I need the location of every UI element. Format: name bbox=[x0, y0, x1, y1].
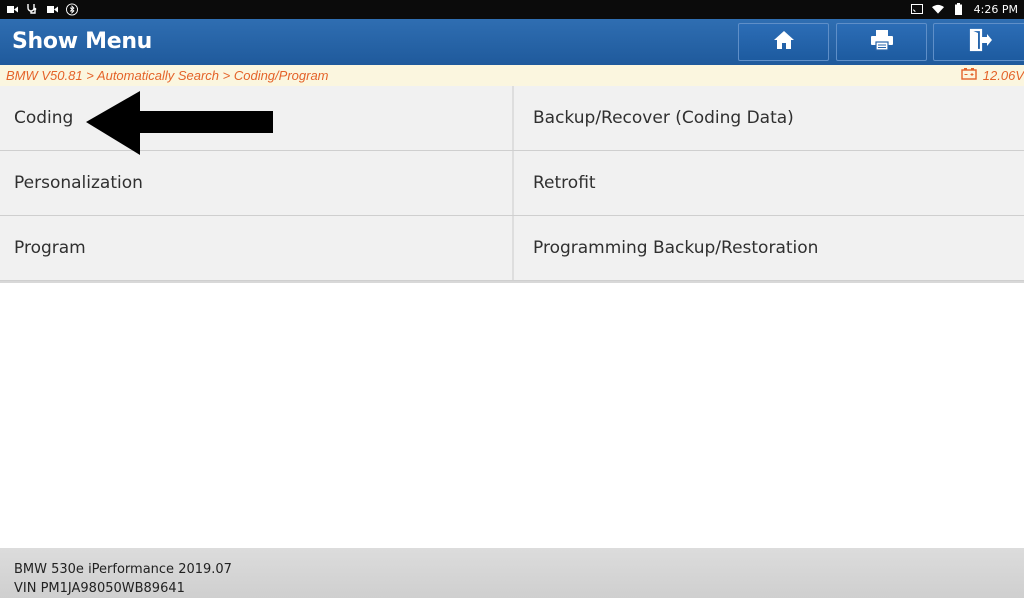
exit-icon bbox=[969, 28, 993, 57]
menu-item-program[interactable]: Program bbox=[0, 216, 512, 280]
voltage-value: 12.06V bbox=[982, 67, 1024, 83]
clock: 4:26 PM bbox=[973, 2, 1018, 16]
vehicle-info-bar: BMW 530e iPerformance 2019.07 VIN PM1JA9… bbox=[0, 548, 1024, 598]
vehicle-model: BMW 530e iPerformance 2019.07 bbox=[14, 562, 232, 577]
cast-icon bbox=[910, 2, 923, 16]
stethoscope-icon bbox=[26, 2, 38, 16]
menu-item-backup-recover[interactable]: Backup/Recover (Coding Data) bbox=[512, 86, 1024, 150]
battery-icon bbox=[953, 2, 965, 16]
annotation-arrow-icon bbox=[86, 91, 276, 162]
wifi-icon bbox=[931, 2, 944, 16]
status-bar: 4:26 PM bbox=[0, 0, 1024, 19]
home-button[interactable] bbox=[738, 23, 829, 61]
breadcrumb: BMW V50.81 > Automatically Search > Codi… bbox=[6, 68, 329, 83]
printer-icon bbox=[870, 29, 894, 56]
menu-row: Program Programming Backup/Restoration bbox=[0, 216, 1024, 281]
home-icon bbox=[773, 30, 795, 55]
menu-item-programming-backup[interactable]: Programming Backup/Restoration bbox=[512, 216, 1024, 280]
video-camera-icon bbox=[46, 2, 58, 16]
video-camera-icon bbox=[6, 2, 18, 16]
car-battery-icon bbox=[961, 67, 977, 83]
exit-button[interactable] bbox=[933, 23, 1024, 61]
title-bar: Show Menu bbox=[0, 19, 1024, 65]
bluetooth-icon bbox=[66, 2, 78, 16]
breadcrumb-bar: BMW V50.81 > Automatically Search > Codi… bbox=[0, 65, 1024, 88]
vehicle-vin: VIN PM1JA98050WB89641 bbox=[14, 581, 185, 596]
menu-item-retrofit[interactable]: Retrofit bbox=[512, 151, 1024, 215]
voltage-indicator: 12.06V bbox=[961, 67, 1024, 83]
menu-divider bbox=[0, 281, 1024, 283]
page-title: Show Menu bbox=[12, 29, 153, 54]
print-button[interactable] bbox=[836, 23, 927, 61]
